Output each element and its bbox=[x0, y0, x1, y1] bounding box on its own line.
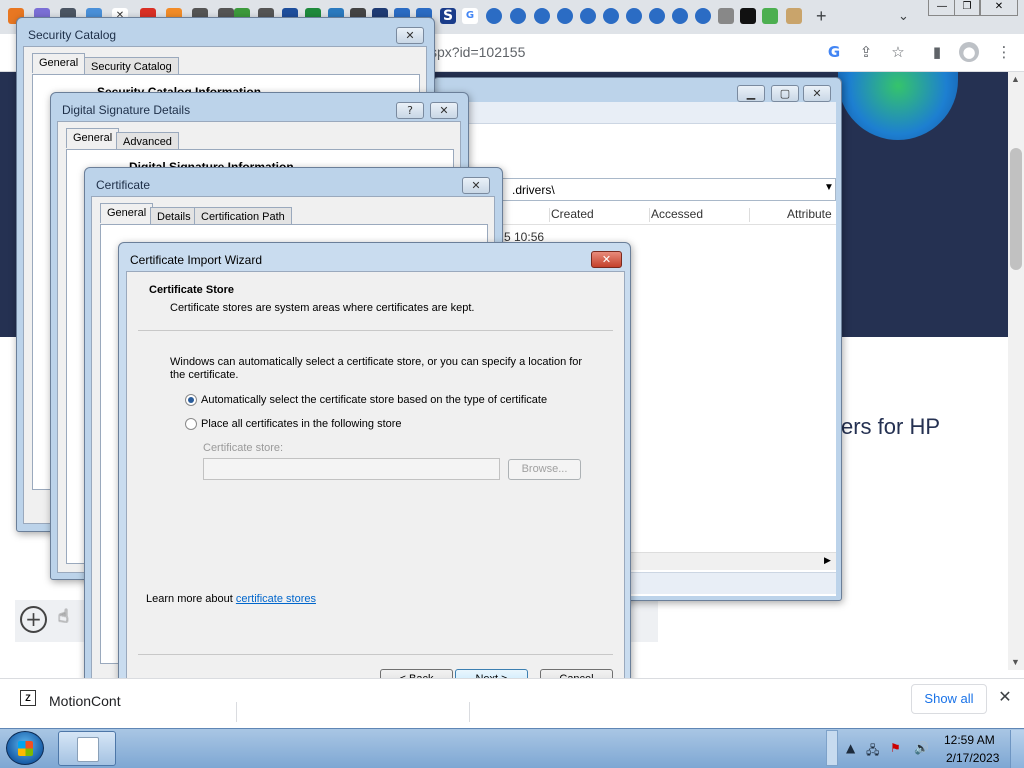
intro-text: Windows can automatically select a certi… bbox=[170, 356, 583, 381]
profile-avatar-icon[interactable]: ● bbox=[959, 42, 979, 62]
apple-tab-icon[interactable] bbox=[718, 8, 734, 24]
hp-tab-icon[interactable] bbox=[580, 8, 596, 24]
clock-time[interactable]: 12:59 AM bbox=[944, 733, 995, 747]
tab-general[interactable]: General bbox=[66, 128, 120, 148]
explorer-path-text: .drivers\ bbox=[512, 183, 555, 197]
option-manual-label[interactable]: Place all certificates in the following … bbox=[201, 418, 402, 430]
windows-logo-icon bbox=[18, 741, 33, 756]
hp-tab-icon[interactable] bbox=[672, 8, 688, 24]
certificate-store-field[interactable] bbox=[203, 458, 500, 480]
download-item-name[interactable]: MotionCont bbox=[49, 693, 121, 709]
close-icon[interactable]: ✕ bbox=[396, 27, 424, 44]
maximize-icon[interactable]: ▢ bbox=[771, 85, 799, 102]
column-attribute[interactable]: Attribute bbox=[787, 207, 832, 221]
tab-search-icon[interactable]: ⌄ bbox=[898, 8, 909, 24]
taskbar-app-button[interactable] bbox=[58, 731, 116, 766]
network-icon[interactable]: 🖧 bbox=[866, 741, 879, 762]
certificate-stores-link[interactable]: certificate stores bbox=[236, 593, 316, 605]
hp-tab-icon[interactable] bbox=[695, 8, 711, 24]
chevron-down-icon[interactable]: ▼ bbox=[824, 182, 834, 193]
minimize-icon[interactable]: ▁ bbox=[737, 85, 765, 102]
close-icon[interactable]: ✕ bbox=[462, 177, 490, 194]
document-icon bbox=[77, 737, 99, 762]
start-button[interactable] bbox=[6, 731, 44, 765]
add-circle-icon[interactable]: + bbox=[20, 606, 47, 633]
hp-tab-icon[interactable] bbox=[649, 8, 665, 24]
google-tab-icon[interactable]: G bbox=[462, 8, 478, 24]
hand-cursor-icon: ☝ bbox=[58, 606, 69, 627]
browse-button[interactable]: Browse... bbox=[508, 459, 581, 480]
google-lens-icon[interactable]: G bbox=[824, 42, 844, 62]
option-auto-label[interactable]: Automatically select the certificate sto… bbox=[201, 394, 547, 406]
action-center-icon[interactable]: ⚑ bbox=[890, 741, 901, 755]
new-tab-icon[interactable]: + bbox=[816, 6, 827, 27]
tab-general[interactable]: General bbox=[32, 53, 86, 73]
header-divider bbox=[138, 330, 613, 331]
section-title: Certificate Store bbox=[149, 284, 234, 296]
learn-more-prefix: Learn more about bbox=[146, 593, 236, 605]
scroll-up-icon[interactable]: ▲ bbox=[1011, 74, 1020, 84]
tab-favicon[interactable] bbox=[786, 8, 802, 24]
page-heading: vers for HP bbox=[830, 414, 941, 439]
store-label: Certificate store: bbox=[203, 442, 284, 454]
downloads-bar bbox=[0, 678, 1024, 728]
wizard-body: Certificate Store Certificate stores are… bbox=[126, 271, 625, 699]
radio-place-in-store[interactable] bbox=[185, 418, 197, 430]
page-scrollbar-thumb[interactable] bbox=[1010, 148, 1022, 270]
learn-more-text: Learn more about certificate stores bbox=[146, 593, 316, 605]
wizard-title: Certificate Import Wizard bbox=[130, 253, 263, 267]
close-downloads-icon[interactable]: ✕ bbox=[995, 688, 1015, 708]
close-icon[interactable]: ✕ bbox=[430, 102, 458, 119]
browser-menu-icon[interactable]: ⋮ bbox=[994, 42, 1014, 62]
column-created[interactable]: Created bbox=[551, 207, 594, 221]
show-all-button[interactable]: Show all bbox=[911, 684, 987, 714]
edge-logo-icon bbox=[838, 72, 958, 140]
scroll-right-icon[interactable]: ▶ bbox=[824, 555, 831, 566]
dialog-title: Certificate bbox=[96, 178, 151, 192]
explorer-menu-bar bbox=[439, 102, 836, 124]
minimize-icon[interactable]: — bbox=[928, 0, 956, 16]
volume-icon[interactable]: 🔊 bbox=[914, 741, 929, 755]
dialog-title: Digital Signature Details bbox=[62, 103, 191, 117]
section-description: Certificate stores are system areas wher… bbox=[170, 302, 475, 314]
column-accessed[interactable]: Accessed bbox=[651, 207, 703, 221]
amd-tab-icon[interactable] bbox=[740, 8, 756, 24]
hp-tab-icon[interactable] bbox=[557, 8, 573, 24]
address-bar-url[interactable]: spx?id=102155 bbox=[430, 44, 525, 60]
scroll-down-icon[interactable]: ▼ bbox=[1011, 657, 1020, 667]
tab-general[interactable]: General bbox=[100, 203, 154, 223]
bookmark-star-icon[interactable]: ☆ bbox=[888, 42, 908, 62]
download-file-icon[interactable]: Z bbox=[20, 690, 36, 706]
close-window-icon[interactable]: ✕ bbox=[980, 0, 1018, 16]
close-icon[interactable]: ✕ bbox=[803, 85, 831, 102]
show-desktop-button[interactable] bbox=[1010, 730, 1024, 768]
hp-tab-icon[interactable] bbox=[626, 8, 642, 24]
close-icon[interactable]: ✕ bbox=[591, 251, 622, 268]
show-hidden-icons-icon[interactable]: ▲ bbox=[846, 741, 855, 755]
hp-tab-icon[interactable] bbox=[534, 8, 550, 24]
hp-tab-icon[interactable] bbox=[603, 8, 619, 24]
tab-favicon-active[interactable]: S bbox=[440, 8, 456, 24]
wizard-header: Certificate Store Certificate stores are… bbox=[127, 272, 624, 330]
dialog-title: Security Catalog bbox=[28, 28, 117, 42]
radio-auto-select[interactable] bbox=[185, 394, 197, 406]
hp-tab-icon[interactable] bbox=[486, 8, 502, 24]
help-icon[interactable]: ? bbox=[396, 102, 424, 119]
tab-favicon[interactable] bbox=[762, 8, 778, 24]
side-panel-icon[interactable]: ▮ bbox=[927, 42, 947, 62]
footer-divider bbox=[138, 654, 613, 655]
share-icon[interactable]: ⇪ bbox=[856, 42, 876, 62]
restore-icon[interactable]: ❐ bbox=[954, 0, 980, 16]
certificate-import-wizard: Certificate Import Wizard ✕ Certificate … bbox=[118, 242, 631, 706]
taskbar-scroll[interactable] bbox=[826, 730, 838, 766]
clock-date[interactable]: 2/17/2023 bbox=[946, 751, 999, 765]
hp-tab-icon[interactable] bbox=[510, 8, 526, 24]
